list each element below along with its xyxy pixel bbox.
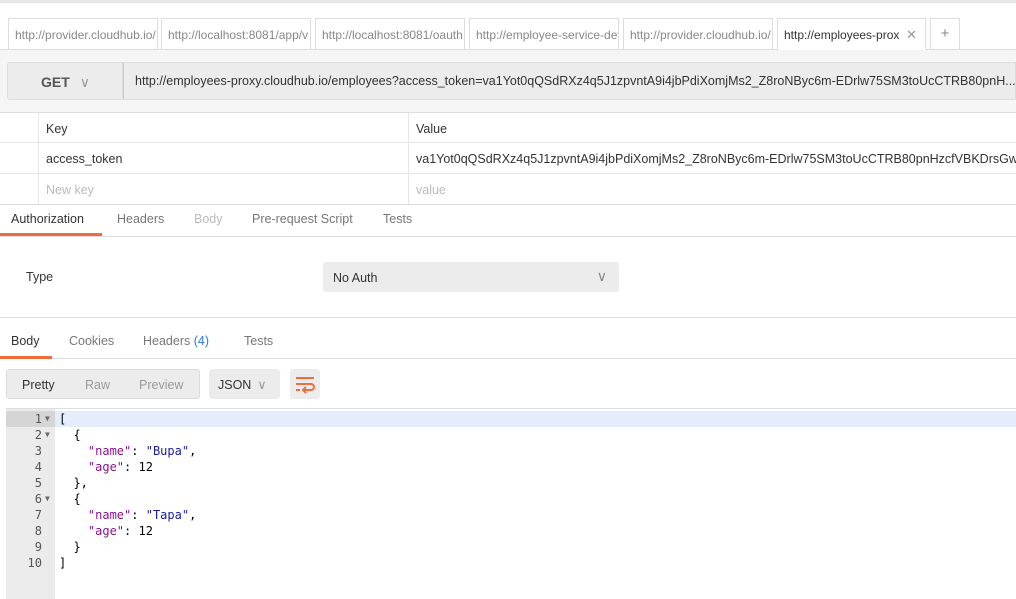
url-input[interactable]: http://employees-proxy.cloudhub.io/emplo… bbox=[123, 62, 1016, 100]
new-tab-button[interactable]: + bbox=[930, 18, 960, 49]
line-number: 5 bbox=[34, 476, 42, 490]
response-tabs: Body Cookies Headers (4) Tests bbox=[0, 317, 1016, 359]
code-line: 8 "age": 12 bbox=[6, 523, 1016, 539]
new-key-input[interactable]: New key bbox=[38, 174, 408, 204]
chevron-down-icon: ∨ bbox=[596, 268, 607, 284]
param-key[interactable]: access_token bbox=[38, 143, 408, 173]
code-line: 2 ▼ { bbox=[6, 427, 1016, 443]
tab-label: http://employees-prox bbox=[784, 28, 900, 42]
value-header: Value bbox=[408, 113, 1016, 142]
fold-icon[interactable]: ▼ bbox=[45, 491, 50, 507]
format-value: JSON bbox=[218, 378, 252, 392]
table-row: access_token va1Yot0qQSdRXz4q5J1zpvntA9i… bbox=[0, 143, 1016, 174]
wrap-icon bbox=[296, 377, 315, 394]
tab-response-tests[interactable]: Tests bbox=[244, 334, 273, 348]
format-select[interactable]: JSON ∨ bbox=[209, 369, 280, 399]
tab-pre-request-script[interactable]: Pre-request Script bbox=[252, 212, 353, 226]
chevron-down-icon: ∨ bbox=[79, 74, 91, 90]
request-tab[interactable]: http://localhost:8081/app/v bbox=[161, 18, 311, 49]
preview-button[interactable]: Preview bbox=[139, 378, 183, 392]
code-line: 6 ▼ { bbox=[6, 491, 1016, 507]
fold-icon[interactable]: ▼ bbox=[45, 427, 50, 443]
code-text: { bbox=[59, 428, 81, 442]
headers-count: (4) bbox=[193, 334, 210, 348]
view-mode-toggle: Pretty Raw Preview bbox=[6, 369, 200, 399]
tab-bar: http://provider.cloudhub.io/ http://loca… bbox=[0, 0, 1016, 50]
request-tab[interactable]: http://provider.cloudhub.io/ bbox=[623, 18, 773, 49]
line-number: 9 bbox=[34, 540, 42, 554]
response-body-editor[interactable]: 1 ▼[2 ▼ {3 "name": "Bupa", 4 "age": 12 5 }, 6… bbox=[6, 408, 1016, 599]
code-text: } bbox=[59, 540, 81, 554]
line-number: 8 bbox=[34, 524, 42, 538]
fold-icon[interactable]: ▼ bbox=[45, 411, 50, 427]
tab-authorization[interactable]: Authorization bbox=[11, 212, 84, 226]
code-line: 4 "age": 12 bbox=[6, 459, 1016, 475]
pretty-button[interactable]: Pretty bbox=[22, 378, 55, 392]
code-text: { bbox=[59, 492, 81, 506]
request-tab[interactable]: http://employee-service-dev bbox=[469, 18, 619, 49]
code-line: 5 }, bbox=[6, 475, 1016, 491]
type-label: Type bbox=[26, 270, 54, 284]
code-line: 9 } bbox=[6, 539, 1016, 555]
method-label: GET bbox=[41, 74, 70, 90]
tab-response-body[interactable]: Body bbox=[11, 334, 40, 348]
code-text: [ bbox=[59, 412, 67, 426]
close-icon[interactable]: ✕ bbox=[906, 27, 917, 43]
auth-type-value: No Auth bbox=[333, 271, 378, 285]
wrap-lines-button[interactable] bbox=[290, 369, 320, 399]
tab-tests[interactable]: Tests bbox=[383, 212, 412, 226]
line-number: 4 bbox=[34, 460, 42, 474]
request-tab[interactable]: http://provider.cloudhub.io/ bbox=[8, 18, 158, 49]
code-line: 10] bbox=[6, 555, 1016, 571]
code-text: "name": "Bupa", bbox=[87, 444, 197, 458]
new-value-input[interactable]: value bbox=[408, 174, 1016, 204]
code-line: 7 "name": "Tapa", bbox=[6, 507, 1016, 523]
params-header: Key Value bbox=[0, 112, 1016, 143]
request-tabs: Authorization Headers Body Pre-request S… bbox=[0, 204, 1016, 237]
params-table: Key Value access_token va1Yot0qQSdRXz4q5… bbox=[0, 112, 1016, 205]
raw-button[interactable]: Raw bbox=[85, 378, 110, 392]
tab-body[interactable]: Body bbox=[194, 212, 223, 226]
code-line: 1 ▼[ bbox=[6, 411, 1016, 427]
line-number: 7 bbox=[34, 508, 42, 522]
chevron-down-icon: ∨ bbox=[257, 378, 267, 392]
code-text: "name": "Tapa", bbox=[87, 508, 197, 522]
url-bar: GET ∨ http://employees-proxy.cloudhub.io/… bbox=[0, 50, 1016, 112]
line-number: 10 bbox=[27, 556, 42, 570]
tab-headers[interactable]: Headers bbox=[117, 212, 164, 226]
table-row-new: New key value bbox=[0, 174, 1016, 205]
param-value[interactable]: va1Yot0qQSdRXz4q5J1zpvntA9i4jbPdiXomjMs2… bbox=[408, 143, 1016, 173]
active-tab-indicator bbox=[0, 356, 52, 359]
method-select[interactable]: GET ∨ bbox=[7, 62, 123, 100]
tab-cookies[interactable]: Cookies bbox=[69, 334, 114, 348]
code-text: }, bbox=[59, 476, 88, 490]
code-line: 3 "name": "Bupa", bbox=[6, 443, 1016, 459]
code-text: "age": 12 bbox=[87, 460, 153, 474]
line-number: 3 bbox=[34, 444, 42, 458]
key-header: Key bbox=[38, 113, 408, 142]
tab-response-headers[interactable]: Headers (4) bbox=[143, 334, 209, 348]
headers-label: Headers bbox=[143, 334, 191, 348]
request-tab-active[interactable]: http://employees-prox ✕ bbox=[777, 18, 926, 50]
request-tab[interactable]: http://localhost:8081/oauth bbox=[315, 18, 465, 49]
code-text: "age": 12 bbox=[87, 524, 153, 538]
auth-type-select[interactable]: No Auth ∨ bbox=[323, 262, 619, 292]
active-tab-indicator bbox=[0, 233, 102, 236]
code-text: ] bbox=[59, 556, 67, 570]
